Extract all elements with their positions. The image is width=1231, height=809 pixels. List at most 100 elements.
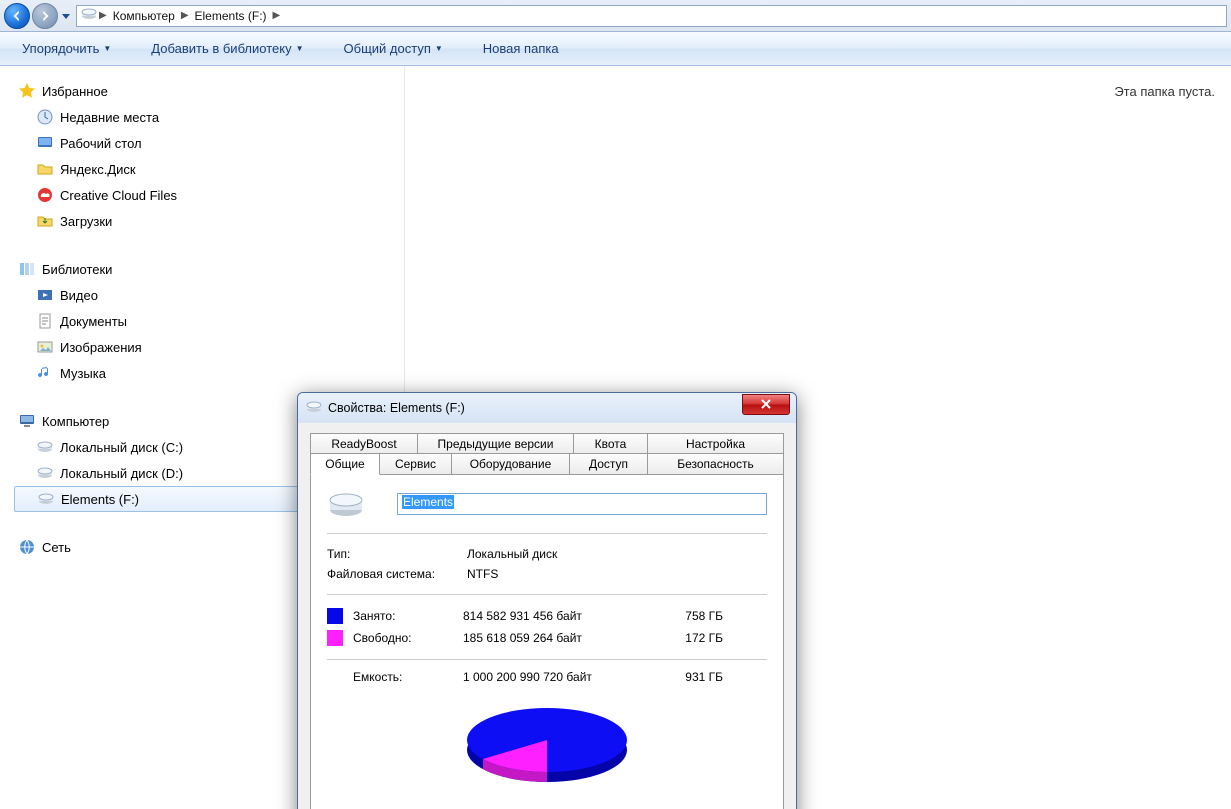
capacity-bytes: 1 000 200 990 720 байт xyxy=(463,670,663,684)
sidebar-header-label: Библиотеки xyxy=(42,262,112,277)
type-value: Локальный диск xyxy=(467,547,557,561)
tab-hardware[interactable]: Оборудование xyxy=(452,453,570,474)
free-label: Свободно: xyxy=(353,631,463,645)
tab-sharing[interactable]: Доступ xyxy=(570,453,648,474)
downloads-icon xyxy=(36,212,54,230)
volume-row: Elements xyxy=(327,489,767,519)
drive-icon xyxy=(37,490,55,508)
sidebar-item-downloads[interactable]: Загрузки xyxy=(14,208,404,234)
music-icon xyxy=(36,364,54,382)
sidebar-item-label: Загрузки xyxy=(60,214,112,229)
documents-icon xyxy=(36,312,54,330)
toolbar-share[interactable]: Общий доступ▼ xyxy=(336,37,451,60)
nav-back-button[interactable] xyxy=(4,3,30,29)
sidebar-item-music[interactable]: Музыка xyxy=(14,360,404,386)
breadcrumb-computer[interactable]: Компьютер xyxy=(109,9,179,23)
sidebar-item-pictures[interactable]: Изображения xyxy=(14,334,404,360)
video-icon xyxy=(36,286,54,304)
sidebar-header-label: Избранное xyxy=(42,84,108,99)
sidebar-item-label: Локальный диск (C:) xyxy=(60,440,183,455)
tab-general[interactable]: Общие xyxy=(310,453,380,475)
sidebar-header-libraries[interactable]: Библиотеки xyxy=(14,256,404,282)
drive-icon xyxy=(327,489,365,519)
sidebar-header-favorites[interactable]: Избранное xyxy=(14,78,404,104)
sidebar-item-video[interactable]: Видео xyxy=(14,282,404,308)
used-gb: 758 ГБ xyxy=(663,609,723,623)
tabs-area: ReadyBoost Предыдущие версии Квота Настр… xyxy=(298,423,796,809)
tab-readyboost[interactable]: ReadyBoost xyxy=(310,433,418,454)
nav-forward-button[interactable] xyxy=(32,3,58,29)
volume-name-input[interactable]: Elements xyxy=(397,493,767,515)
space-block: Занято: 814 582 931 456 байт 758 ГБ Своб… xyxy=(327,594,767,649)
sidebar-item-label: Рабочий стол xyxy=(60,136,142,151)
sidebar-item-label: Музыка xyxy=(60,366,106,381)
drive-icon xyxy=(36,438,54,456)
tab-customize[interactable]: Настройка xyxy=(648,433,784,454)
used-bytes: 814 582 931 456 байт xyxy=(463,609,663,623)
tab-security[interactable]: Безопасность xyxy=(648,453,784,474)
sidebar-item-creative-cloud[interactable]: Creative Cloud Files xyxy=(14,182,404,208)
drive-icon xyxy=(306,400,322,416)
nav-bar: ▶ Компьютер ▶ Elements (F:) ▶ xyxy=(0,0,1231,32)
tab-previous-versions[interactable]: Предыдущие версии xyxy=(418,433,574,454)
close-button[interactable] xyxy=(742,394,790,415)
sidebar-item-label: Локальный диск (D:) xyxy=(60,466,183,481)
breadcrumb-arrow-icon: ▶ xyxy=(271,10,283,21)
dropdown-arrow-icon: ▼ xyxy=(103,44,111,53)
nav-history-dropdown[interactable] xyxy=(60,6,72,26)
info-block: Тип:Локальный диск Файловая система:NTFS xyxy=(327,533,767,584)
sidebar-item-label: Недавние места xyxy=(60,110,159,125)
disk-usage-pie-chart xyxy=(457,700,637,790)
sidebar-header-label: Компьютер xyxy=(42,414,109,429)
dropdown-arrow-icon: ▼ xyxy=(296,44,304,53)
pictures-icon xyxy=(36,338,54,356)
desktop-icon xyxy=(36,134,54,152)
properties-dialog: Свойства: Elements (F:) ReadyBoost Преды… xyxy=(297,392,797,809)
sidebar-item-label: Elements (F:) xyxy=(61,492,139,507)
address-bar[interactable]: ▶ Компьютер ▶ Elements (F:) ▶ xyxy=(76,5,1227,27)
sidebar-item-documents[interactable]: Документы xyxy=(14,308,404,334)
recent-icon xyxy=(36,108,54,126)
sidebar-header-label: Сеть xyxy=(42,540,71,555)
breadcrumb-arrow-icon: ▶ xyxy=(97,10,109,21)
toolbar-add-to-library[interactable]: Добавить в библиотеку▼ xyxy=(143,37,311,60)
tab-row-front: Общие Сервис Оборудование Доступ Безопас… xyxy=(310,453,784,474)
star-icon xyxy=(18,82,36,100)
tab-body-general: Elements Тип:Локальный диск Файловая сис… xyxy=(310,474,784,809)
tab-quota[interactable]: Квота xyxy=(574,433,648,454)
sidebar-item-label: Яндекс.Диск xyxy=(60,162,136,177)
sidebar-group-favorites: Избранное Недавние места Рабочий стол Ян… xyxy=(14,78,404,234)
sidebar-item-label: Видео xyxy=(60,288,98,303)
breadcrumb-arrow-icon: ▶ xyxy=(179,10,191,21)
filesystem-value: NTFS xyxy=(467,567,498,581)
sidebar-item-label: Изображения xyxy=(60,340,142,355)
dropdown-arrow-icon: ▼ xyxy=(435,44,443,53)
sidebar-item-label: Документы xyxy=(60,314,127,329)
tab-row-back: ReadyBoost Предыдущие версии Квота Настр… xyxy=(310,433,784,454)
toolbar-new-folder[interactable]: Новая папка xyxy=(475,37,567,60)
used-swatch xyxy=(327,608,343,624)
free-gb: 172 ГБ xyxy=(663,631,723,645)
sidebar-item-recent[interactable]: Недавние места xyxy=(14,104,404,130)
drive-icon xyxy=(81,7,97,24)
used-label: Занято: xyxy=(353,609,463,623)
tab-tools[interactable]: Сервис xyxy=(380,453,452,474)
sidebar-group-libraries: Библиотеки Видео Документы Изображения М… xyxy=(14,256,404,386)
toolbar-organize[interactable]: Упорядочить▼ xyxy=(14,37,119,60)
type-label: Тип: xyxy=(327,547,467,561)
drive-icon xyxy=(36,464,54,482)
folder-icon xyxy=(36,160,54,178)
dialog-title: Свойства: Elements (F:) xyxy=(328,401,742,415)
capacity-row: Емкость: 1 000 200 990 720 байт 931 ГБ xyxy=(327,659,767,684)
sidebar-item-desktop[interactable]: Рабочий стол xyxy=(14,130,404,156)
computer-icon xyxy=(18,412,36,430)
breadcrumb-current[interactable]: Elements (F:) xyxy=(191,9,271,23)
network-icon xyxy=(18,538,36,556)
free-bytes: 185 618 059 264 байт xyxy=(463,631,663,645)
dialog-titlebar[interactable]: Свойства: Elements (F:) xyxy=(298,393,796,423)
filesystem-label: Файловая система: xyxy=(327,567,467,581)
free-swatch xyxy=(327,630,343,646)
libraries-icon xyxy=(18,260,36,278)
sidebar-item-yandex[interactable]: Яндекс.Диск xyxy=(14,156,404,182)
capacity-label: Емкость: xyxy=(327,670,463,684)
